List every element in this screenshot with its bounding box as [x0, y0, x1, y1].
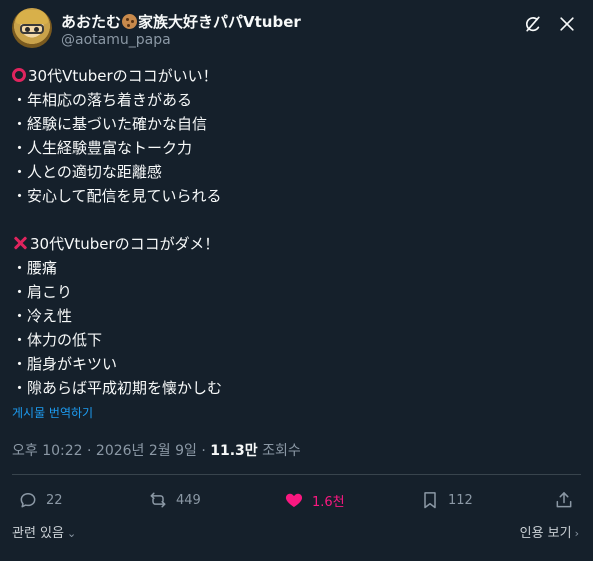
- view-quotes-link[interactable]: 인용 보기 ›: [520, 522, 579, 541]
- bookmark-button[interactable]: 112: [420, 486, 473, 514]
- reply-button[interactable]: 22: [18, 486, 63, 514]
- avatar[interactable]: [12, 8, 52, 48]
- list-item: ・隙あらば平成初期を懐かしむ: [12, 379, 223, 397]
- more-icon[interactable]: [557, 14, 577, 34]
- share-icon: [556, 492, 572, 508]
- list-item: ・年相応の落ち着きがある: [12, 91, 193, 109]
- repost-button[interactable]: 449: [148, 486, 201, 514]
- bad-header: 30代Vtuberのココがダメ！: [12, 232, 581, 256]
- author-name[interactable]: あおたむ 家族大好きパパVtuber: [61, 11, 301, 32]
- heart-icon: [285, 493, 303, 508]
- reply-count: 22: [46, 492, 63, 508]
- related-toggle[interactable]: 관련 있음 ⌄: [12, 522, 76, 541]
- repost-icon: [150, 492, 166, 508]
- post-meta: 오후 10:22 · 2026년 2월 9일 · 11.3만 조회수: [12, 440, 301, 460]
- list-item: ・体力の低下: [12, 331, 103, 349]
- translate-link[interactable]: 게시물 번역하기: [12, 404, 93, 421]
- cookie-emoji-icon: [122, 14, 138, 29]
- post-header: あおたむ 家族大好きパパVtuber @aotamu_papa: [12, 8, 581, 56]
- good-header: 30代Vtuberのココがいい！: [12, 64, 581, 88]
- action-bar: 22 449 1.6천 112: [12, 486, 581, 514]
- list-item: ・腰痛: [12, 259, 58, 277]
- post-body: 30代Vtuberのココがいい！ ・年相応の落ち着きがある ・経験に基づいた確か…: [12, 64, 581, 400]
- share-button[interactable]: [554, 486, 582, 514]
- divider: [12, 474, 581, 475]
- list-item: ・人との適切な距離感: [12, 163, 162, 181]
- views-count: 11.3만: [210, 443, 258, 459]
- reply-icon: [20, 493, 36, 508]
- cross-mark-icon: [12, 235, 28, 251]
- chevron-down-icon: ⌄: [66, 527, 77, 540]
- author-handle[interactable]: @aotamu_papa: [61, 32, 171, 48]
- like-button[interactable]: 1.6천: [284, 486, 345, 514]
- views-label: 조회수: [257, 443, 301, 459]
- list-item: ・人生経験豊富なトーク力: [12, 139, 193, 157]
- list-item: ・肩こり: [12, 283, 73, 301]
- timestamp[interactable]: 오후 10:22 · 2026년 2월 9일 ·: [12, 443, 210, 459]
- grok-icon[interactable]: [523, 14, 543, 34]
- list-item: ・脂身がキツい: [12, 355, 118, 373]
- list-item: ・経験に基づいた確かな自信: [12, 115, 208, 133]
- chevron-right-icon: ›: [574, 527, 579, 540]
- like-count: 1.6천: [312, 494, 345, 510]
- bookmark-icon: [424, 492, 436, 509]
- bookmark-count: 112: [448, 492, 473, 508]
- repost-count: 449: [176, 492, 201, 508]
- list-item: ・冷え性: [12, 307, 73, 325]
- list-item: ・安心して配信を見ていられる: [12, 187, 222, 205]
- red-circle-icon: [12, 68, 26, 82]
